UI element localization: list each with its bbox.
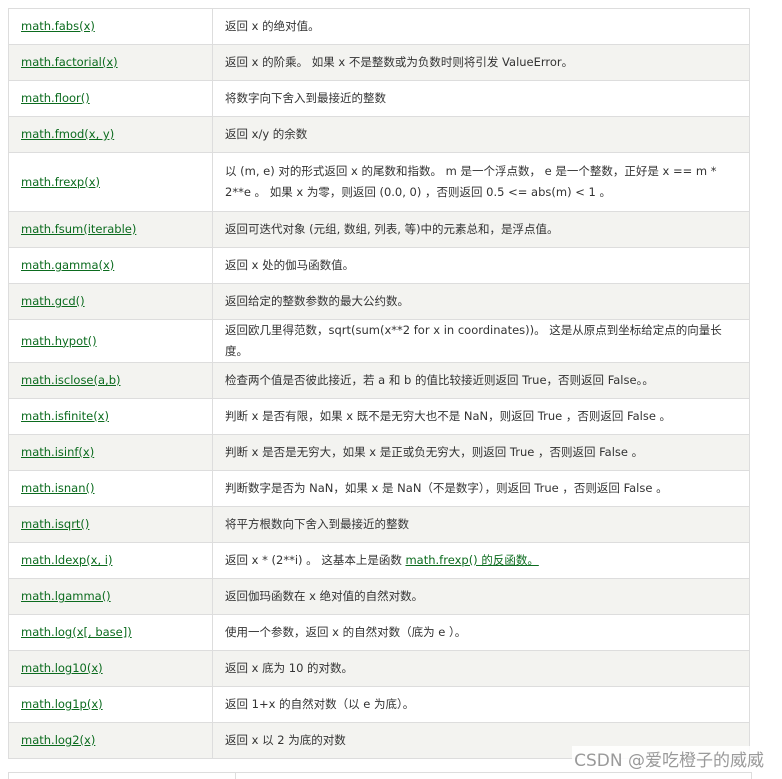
frexp-reference-link[interactable]: math.frexp() 的反函数。 <box>405 553 538 567</box>
func-cell: math.log2(x) <box>8 722 213 759</box>
desc-cell: 返回 x * (2**i) 。 这基本上是函数 math.frexp() 的反函… <box>212 542 750 579</box>
func-link[interactable]: math.fabs(x) <box>21 19 95 33</box>
func-cell: math.floor() <box>8 80 213 117</box>
table-row: math.gcd() 返回给定的整数参数的最大公约数。 <box>8 283 750 320</box>
func-cell: math.ldexp(x, i) <box>8 542 213 579</box>
table-row: math.ldexp(x, i) 返回 x * (2**i) 。 这基本上是函数… <box>8 542 750 579</box>
column-divider <box>235 773 236 779</box>
desc-cell: 返回 x 处的伽马函数值。 <box>212 247 750 284</box>
desc-cell: 使用一个参数，返回 x 的自然对数（底为 e ）。 <box>212 614 750 651</box>
table-row: math.fabs(x) 返回 x 的绝对值。 <box>8 8 750 45</box>
table-row: math.fmod(x, y) 返回 x/y 的余数 <box>8 116 750 153</box>
desc-cell: 返回欧几里得范数，sqrt(sum(x**2 for x in coordina… <box>212 319 750 363</box>
func-link[interactable]: math.isqrt() <box>21 517 89 531</box>
desc-cell: 将数字向下舍入到最接近的整数 <box>212 80 750 117</box>
func-link[interactable]: math.fsum(iterable) <box>21 222 136 236</box>
func-cell: math.hypot() <box>8 319 213 363</box>
table-row: math.fsum(iterable) 返回可迭代对象 (元组, 数组, 列表,… <box>8 211 750 248</box>
func-link[interactable]: math.isfinite(x) <box>21 409 109 423</box>
watermark: CSDN @爱吃橙子的威威 <box>572 746 766 771</box>
func-cell: math.fabs(x) <box>8 8 213 45</box>
desc-cell: 判断数字是否为 NaN，如果 x 是 NaN（不是数字），则返回 True ，否… <box>212 470 750 507</box>
desc-cell: 返回 x 的阶乘。 如果 x 不是整数或为负数时则将引发 ValueError。 <box>212 44 750 81</box>
table-row: math.factorial(x) 返回 x 的阶乘。 如果 x 不是整数或为负… <box>8 44 750 81</box>
desc-text: 返回 x * (2**i) 。 这基本上是函数 <box>225 553 406 567</box>
desc-cell: 以 (m, e) 对的形式返回 x 的尾数和指数。 m 是一个浮点数， e 是一… <box>212 152 750 212</box>
table-row: math.isqrt() 将平方根数向下舍入到最接近的整数 <box>8 506 750 543</box>
table-row: math.frexp(x) 以 (m, e) 对的形式返回 x 的尾数和指数。 … <box>8 152 750 212</box>
desc-cell: 返回 x 底为 10 的对数。 <box>212 650 750 687</box>
table-row: math.isfinite(x) 判断 x 是否有限，如果 x 既不是无穷大也不… <box>8 398 750 435</box>
func-link[interactable]: math.hypot() <box>21 334 97 348</box>
desc-cell: 返回 x/y 的余数 <box>212 116 750 153</box>
next-table-edge <box>8 772 752 779</box>
table-row: math.isinf(x) 判断 x 是否是无穷大，如果 x 是正或负无穷大，则… <box>8 434 750 471</box>
func-link[interactable]: math.log10(x) <box>21 661 103 675</box>
func-link[interactable]: math.log(x[, base]) <box>21 625 132 639</box>
table-row: math.floor() 将数字向下舍入到最接近的整数 <box>8 80 750 117</box>
desc-cell: 返回给定的整数参数的最大公约数。 <box>212 283 750 320</box>
func-cell: math.gamma(x) <box>8 247 213 284</box>
func-cell: math.isclose(a,b) <box>8 362 213 399</box>
func-cell: math.frexp(x) <box>8 152 213 212</box>
func-cell: math.fsum(iterable) <box>8 211 213 248</box>
func-cell: math.isfinite(x) <box>8 398 213 435</box>
func-cell: math.log10(x) <box>8 650 213 687</box>
func-link[interactable]: math.log2(x) <box>21 733 95 747</box>
desc-cell: 返回伽玛函数在 x 绝对值的自然对数。 <box>212 578 750 615</box>
desc-cell: 将平方根数向下舍入到最接近的整数 <box>212 506 750 543</box>
table-row: math.log10(x) 返回 x 底为 10 的对数。 <box>8 650 750 687</box>
table-row: math.lgamma() 返回伽玛函数在 x 绝对值的自然对数。 <box>8 578 750 615</box>
desc-cell: 判断 x 是否是无穷大，如果 x 是正或负无穷大，则返回 True ，否则返回 … <box>212 434 750 471</box>
table-row: math.isclose(a,b) 检查两个值是否彼此接近，若 a 和 b 的值… <box>8 362 750 399</box>
desc-cell: 返回 x 的绝对值。 <box>212 8 750 45</box>
table-row: math.log1p(x) 返回 1+x 的自然对数（以 e 为底）。 <box>8 686 750 723</box>
func-link[interactable]: math.ldexp(x, i) <box>21 553 112 567</box>
func-cell: math.fmod(x, y) <box>8 116 213 153</box>
func-link[interactable]: math.gamma(x) <box>21 258 114 272</box>
desc-cell: 返回 1+x 的自然对数（以 e 为底）。 <box>212 686 750 723</box>
func-cell: math.isqrt() <box>8 506 213 543</box>
table-row: math.hypot() 返回欧几里得范数，sqrt(sum(x**2 for … <box>8 319 750 363</box>
func-cell: math.log1p(x) <box>8 686 213 723</box>
func-cell: math.gcd() <box>8 283 213 320</box>
table-row: math.gamma(x) 返回 x 处的伽马函数值。 <box>8 247 750 284</box>
table-row: math.log(x[, base]) 使用一个参数，返回 x 的自然对数（底为… <box>8 614 750 651</box>
func-link[interactable]: math.factorial(x) <box>21 55 118 69</box>
func-link[interactable]: math.isclose(a,b) <box>21 373 121 387</box>
func-link[interactable]: math.frexp(x) <box>21 175 100 189</box>
desc-cell: 检查两个值是否彼此接近，若 a 和 b 的值比较接近则返回 True，否则返回 … <box>212 362 750 399</box>
func-link[interactable]: math.lgamma() <box>21 589 111 603</box>
func-cell: math.isinf(x) <box>8 434 213 471</box>
func-link[interactable]: math.isnan() <box>21 481 95 495</box>
func-link[interactable]: math.isinf(x) <box>21 445 94 459</box>
math-functions-table: math.fabs(x) 返回 x 的绝对值。 math.factorial(x… <box>8 8 750 759</box>
func-link[interactable]: math.fmod(x, y) <box>21 127 114 141</box>
desc-cell: 判断 x 是否有限，如果 x 既不是无穷大也不是 NaN，则返回 True ，否… <box>212 398 750 435</box>
func-link[interactable]: math.log1p(x) <box>21 697 103 711</box>
desc-cell: 返回可迭代对象 (元组, 数组, 列表, 等)中的元素总和，是浮点值。 <box>212 211 750 248</box>
func-cell: math.log(x[, base]) <box>8 614 213 651</box>
func-link[interactable]: math.gcd() <box>21 294 85 308</box>
func-cell: math.lgamma() <box>8 578 213 615</box>
func-cell: math.isnan() <box>8 470 213 507</box>
table-row: math.isnan() 判断数字是否为 NaN，如果 x 是 NaN（不是数字… <box>8 470 750 507</box>
func-cell: math.factorial(x) <box>8 44 213 81</box>
func-link[interactable]: math.floor() <box>21 91 90 105</box>
